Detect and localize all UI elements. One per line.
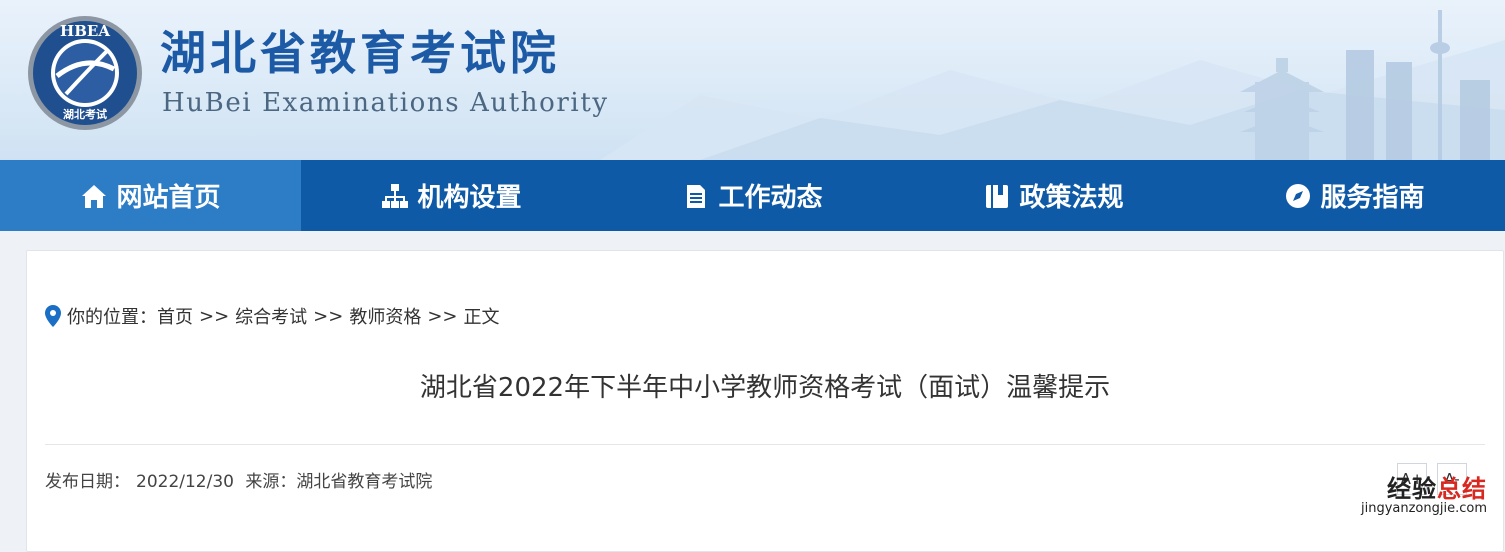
nav-label: 工作动态 [718, 183, 823, 213]
breadcrumb-home[interactable]: 首页 [157, 303, 193, 329]
watermark: 经验总结 jingyanzongjie.com [1361, 476, 1487, 517]
emblem-text: HBEA [60, 22, 110, 40]
main-nav: 网站首页 机构设置 工作动态 政策法规 服务指南 [0, 160, 1505, 231]
breadcrumb-separator: >> [313, 305, 344, 327]
site-title: 湖北省教育考试院 [160, 26, 560, 80]
book-icon [986, 184, 1009, 208]
publish-date: 2022/12/30 [136, 472, 234, 492]
title-divider [45, 444, 1485, 445]
breadcrumb-separator: >> [427, 305, 458, 327]
nav-item-home[interactable]: 网站首页 [0, 160, 301, 231]
breadcrumb: 你的位置： 首页 >> 综合考试 >> 教师资格 >> 正文 [45, 303, 500, 329]
breadcrumb-separator: >> [199, 305, 230, 327]
site-header: HBEA 湖北考试 湖北省教育考试院 HuBei Examinations Au… [0, 0, 1505, 160]
nav-item-policies[interactable]: 政策法规 [903, 160, 1204, 231]
nav-label: 服务指南 [1320, 183, 1425, 213]
article-title: 湖北省2022年下半年中小学教师资格考试（面试）温馨提示 [419, 373, 1111, 403]
city-skyline-illustration [600, 10, 1505, 160]
document-icon [687, 184, 706, 208]
date-label: 发布日期： [45, 472, 130, 492]
nav-item-organization[interactable]: 机构设置 [301, 160, 602, 231]
home-icon [82, 184, 107, 208]
site-subtitle: HuBei Examinations Authority [162, 88, 609, 118]
org-chart-icon [382, 183, 409, 208]
watermark-prefix: 经验 [1387, 475, 1437, 503]
breadcrumb-prefix: 你的位置： [67, 307, 157, 328]
breadcrumb-current: 正文 [463, 307, 500, 328]
nav-item-service-guide[interactable]: 服务指南 [1204, 160, 1505, 231]
watermark-text: 经验总结 [1361, 476, 1487, 502]
nav-label: 政策法规 [1019, 183, 1124, 213]
nav-label: 机构设置 [417, 183, 522, 213]
compass-icon [1286, 183, 1311, 208]
location-pin-icon [45, 305, 61, 327]
breadcrumb-teacher-qualification[interactable]: 教师资格 [349, 303, 421, 329]
watermark-url: jingyanzongjie.com [1360, 501, 1487, 517]
nav-item-work-news[interactable]: 工作动态 [602, 160, 903, 231]
article-source: 湖北省教育考试院 [296, 472, 433, 492]
source-label: 来源： [245, 472, 297, 492]
nav-label: 网站首页 [116, 183, 221, 213]
breadcrumb-comprehensive-exams[interactable]: 综合考试 [235, 303, 307, 329]
article-meta: 发布日期： 2022/12/30 来源：湖北省教育考试院 [45, 467, 432, 492]
hbea-logo-emblem: HBEA 湖北考试 [28, 16, 142, 130]
article-card: 你的位置： 首页 >> 综合考试 >> 教师资格 >> 正文 湖北省2022年下… [26, 250, 1504, 552]
watermark-highlight: 总结 [1437, 475, 1487, 503]
emblem-caption: 湖北考试 [63, 107, 107, 121]
